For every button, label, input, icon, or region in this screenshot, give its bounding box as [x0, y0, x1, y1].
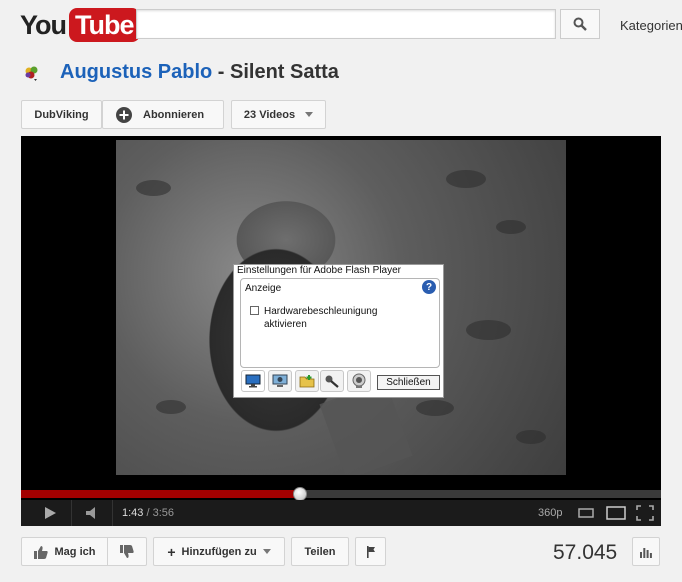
videos-count-button[interactable]: 23 Videos [231, 100, 326, 129]
flash-tab-microphone[interactable] [320, 370, 344, 392]
channel-name-button[interactable]: DubViking [21, 100, 102, 129]
stats-button[interactable] [632, 537, 660, 566]
player-controls-bar [21, 500, 661, 526]
dislike-button[interactable] [108, 537, 147, 566]
search-icon [573, 17, 587, 31]
chevron-down-icon [262, 549, 271, 554]
camera-display-icon [272, 374, 288, 387]
monitor-icon [245, 374, 261, 388]
subscribe-label: Abonnieren [143, 108, 205, 121]
flash-tab-display[interactable] [241, 370, 265, 392]
categories-link[interactable]: Kategorien [620, 18, 682, 33]
chevron-down-icon [305, 112, 314, 117]
thumbs-down-icon [120, 544, 134, 558]
flash-section-title: Anzeige [245, 283, 282, 294]
channel-name-label: DubViking [34, 108, 89, 121]
flash-tab-storage[interactable] [295, 370, 319, 392]
hardware-acceleration-checkbox[interactable] [250, 306, 259, 315]
logo-tube-text: Tube [69, 8, 140, 42]
add-to-button[interactable]: + Hinzufügen zu [153, 537, 285, 566]
youtube-logo[interactable]: You Tube [20, 8, 140, 42]
search-input[interactable] [136, 9, 556, 39]
flash-tab-privacy[interactable] [268, 370, 292, 392]
logo-you-text: You [20, 9, 67, 40]
plus-icon: + [167, 543, 176, 560]
like-label: Mag ich [54, 545, 96, 558]
plus-circle-icon [116, 106, 132, 123]
help-icon[interactable]: ? [422, 280, 436, 294]
flash-tab-camera[interactable] [347, 370, 371, 392]
like-button[interactable]: Mag ich [21, 537, 108, 566]
webcam-icon [352, 373, 366, 388]
quality-button[interactable]: 360p [538, 507, 562, 519]
videos-count-label: 23 Videos [243, 108, 296, 121]
view-count: 57.045 [553, 541, 618, 564]
microphone-icon [325, 375, 339, 388]
progress-played [21, 490, 301, 498]
duration: 3:56 [152, 507, 175, 519]
share-label: Teilen [304, 545, 336, 558]
bar-chart-icon [640, 547, 652, 558]
volume-icon[interactable] [86, 507, 100, 519]
time-separator: / [143, 507, 153, 519]
flag-icon [366, 545, 375, 558]
fullscreen-icon[interactable] [636, 505, 654, 521]
thumbs-up-icon [33, 545, 48, 559]
current-time: 1:43 [122, 507, 144, 519]
large-player-icon[interactable] [606, 506, 626, 520]
flag-button[interactable] [355, 537, 386, 566]
search-button[interactable] [560, 9, 600, 39]
small-player-icon[interactable] [578, 508, 594, 518]
play-icon[interactable] [43, 506, 57, 520]
title-song: Silent Satta [230, 61, 339, 83]
title-separator: - [212, 61, 231, 83]
share-button[interactable]: Teilen [291, 537, 349, 566]
subscribe-button[interactable]: Abonnieren [102, 100, 224, 129]
channel-avatar-icon[interactable] [22, 64, 42, 84]
folder-icon [299, 375, 315, 388]
video-title: Augustus Pablo - Silent Satta [60, 61, 339, 84]
flash-dialog-title: Einstellungen für Adobe Flash Player [237, 265, 401, 276]
flash-close-button[interactable]: Schließen [377, 375, 440, 390]
title-artist-link[interactable]: Augustus Pablo [60, 61, 212, 83]
hardware-acceleration-label[interactable]: Hardwarebeschleunigung aktivieren [264, 305, 394, 331]
time-display: 1:43 / 3:56 [122, 507, 174, 519]
add-to-label: Hinzufügen zu [181, 545, 257, 558]
